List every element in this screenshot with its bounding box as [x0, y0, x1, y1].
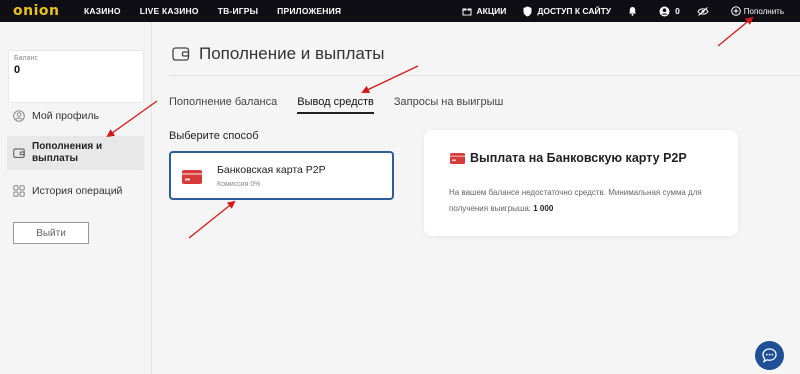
hide-balance-button[interactable]: [697, 6, 714, 16]
sidebar: Баланс 0 Мой профиль Пополнения и выплат…: [0, 22, 152, 374]
choose-method-label: Выберите способ: [169, 130, 259, 142]
withdraw-panel: Выплата на Банковскую карту P2P На вашем…: [424, 130, 738, 236]
balance-label: Баланс: [14, 55, 38, 62]
user-icon: [659, 6, 670, 16]
site-access-link[interactable]: ДОСТУП К САЙТУ: [523, 6, 611, 17]
top-right-nav: АКЦИИ ДОСТУП К САЙТУ 0 Пополнить: [462, 0, 800, 22]
wallet-icon: [172, 47, 190, 61]
bell-icon: [629, 7, 637, 16]
eye-off-icon: [697, 6, 709, 16]
page-header: Пополнение и выплаты: [172, 44, 384, 64]
withdraw-panel-text: На вашем балансе недостаточно средств. М…: [449, 188, 702, 213]
sidebar-item-label: История операций: [32, 185, 123, 197]
header-divider: [169, 75, 800, 76]
nav-apps[interactable]: ПРИЛОЖЕНИЯ: [277, 6, 341, 16]
sidebar-item-profile[interactable]: Мой профиль: [7, 106, 144, 126]
tabs: Пополнение баланса Вывод средств Запросы…: [169, 96, 523, 114]
method-fee: Комиссия 0%: [217, 181, 261, 188]
deposit-label: Пополнить: [743, 6, 784, 16]
grid-icon: [13, 185, 25, 197]
nav-casino[interactable]: КАЗИНО: [84, 6, 121, 16]
min-amount: 1 000: [533, 204, 554, 213]
deposit-button[interactable]: Пополнить: [730, 6, 784, 16]
user-outline-icon: [13, 110, 25, 122]
sidebar-item-deposits[interactable]: Пополнения и выплаты: [7, 136, 144, 170]
balance-card: Баланс 0: [8, 50, 144, 103]
main-content: Пополнение и выплаты Пополнение баланса …: [152, 22, 800, 374]
main-nav: КАЗИНО LIVE КАЗИНО ТВ-ИГРЫ ПРИЛОЖЕНИЯ: [84, 0, 360, 22]
nav-tv-games[interactable]: ТВ-ИГРЫ: [218, 6, 258, 16]
tab-deposit[interactable]: Пополнение баланса: [169, 96, 277, 114]
credit-card-icon: [182, 170, 202, 184]
logout-button[interactable]: Выйти: [13, 222, 89, 244]
chat-button[interactable]: [755, 341, 784, 370]
notifications-button[interactable]: [628, 6, 642, 16]
onion-logo[interactable]: onion: [13, 3, 59, 19]
balance-value: 0: [14, 64, 21, 76]
promo-label: АКЦИИ: [476, 6, 507, 16]
shield-icon: [523, 6, 532, 16]
payment-method-card[interactable]: Банковская карта P2P Комиссия 0%: [169, 151, 394, 200]
sidebar-item-label: Пополнения и выплаты: [32, 141, 103, 164]
site-access-label: ДОСТУП К САЙТУ: [537, 6, 612, 16]
tab-win-requests[interactable]: Запросы на выигрыш: [394, 96, 503, 114]
wallet-icon: [13, 148, 25, 158]
account-button[interactable]: 0: [659, 6, 680, 17]
account-balance: 0: [675, 6, 680, 16]
promo-link[interactable]: АКЦИИ: [462, 6, 507, 16]
sidebar-item-history[interactable]: История операций: [7, 181, 144, 201]
plus-circle-icon: [730, 6, 741, 16]
nav-live-casino[interactable]: LIVE КАЗИНО: [140, 6, 199, 16]
chat-bubble-icon: [762, 348, 777, 363]
withdraw-panel-title: Выплата на Банковскую карту P2P: [470, 151, 687, 165]
method-name: Банковская карта P2P: [217, 164, 326, 176]
gift-icon: [462, 8, 472, 16]
sidebar-item-label: Мой профиль: [32, 110, 99, 122]
credit-card-icon: [450, 153, 465, 164]
page-title: Пополнение и выплаты: [199, 44, 385, 63]
tab-withdraw[interactable]: Вывод средств: [297, 96, 374, 114]
top-bar: onion КАЗИНО LIVE КАЗИНО ТВ-ИГРЫ ПРИЛОЖЕ…: [0, 0, 800, 22]
